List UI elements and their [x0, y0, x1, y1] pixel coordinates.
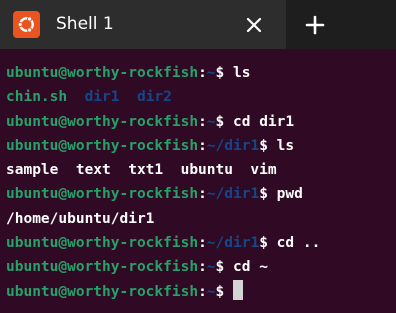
close-icon [246, 17, 262, 33]
prompt-user: ubuntu@worthy-rockfish [6, 113, 199, 130]
terminal-line: chin.sh dir1 dir2 [6, 85, 390, 109]
tab-title: Shell 1 [56, 14, 114, 34]
terminal-line: ubuntu@worthy-rockfish:~$ cd dir1 [6, 113, 295, 130]
terminal-line: ubuntu@worthy-rockfish:~/dir1$ pwd [6, 186, 303, 203]
command-text: cd .. [276, 235, 321, 252]
prompt-path: ~/dir1 [206, 137, 260, 154]
prompt-path: ~ [206, 259, 216, 276]
new-tab-button[interactable] [300, 10, 330, 40]
prompt-user: ubuntu@worthy-rockfish [6, 235, 199, 252]
prompt-user: ubuntu@worthy-rockfish [6, 186, 199, 203]
command-output: sample text txt1 ubuntu vim [6, 162, 277, 179]
tab-shell-1[interactable]: Shell 1 [0, 0, 286, 49]
terminal-line: sample text txt1 ubuntu vim [6, 158, 390, 182]
prompt-path: ~/dir1 [206, 235, 260, 252]
tab-bar: Shell 1 [0, 0, 396, 49]
prompt-path: ~ [206, 283, 216, 300]
prompt-path: ~ [206, 113, 216, 130]
command-text: ls [233, 65, 251, 81]
text-cursor [233, 279, 243, 300]
terminal-line: ubuntu@worthy-rockfish:~/dir1$ cd .. [6, 235, 321, 252]
plus-icon [305, 15, 325, 35]
prompt-user: ubuntu@worthy-rockfish [6, 259, 199, 276]
terminal-line: ubuntu@worthy-rockfish:~$ [6, 279, 390, 304]
close-tab-button[interactable] [240, 11, 268, 39]
prompt-user: ubuntu@worthy-rockfish [6, 65, 199, 81]
prompt-user: ubuntu@worthy-rockfish [6, 283, 199, 300]
prompt-user: ubuntu@worthy-rockfish [6, 137, 199, 154]
terminal-line: /home/ubuntu/dir1 [6, 207, 390, 231]
terminal-line: ubuntu@worthy-rockfish:~$ ls [6, 65, 251, 81]
terminal-line: ubuntu@worthy-rockfish:~$ cd ~ [6, 259, 268, 276]
terminal-line: ubuntu@worthy-rockfish:~/dir1$ ls [6, 137, 295, 154]
file-entry: chin.sh [6, 89, 68, 106]
ubuntu-icon [13, 11, 40, 38]
terminal-output[interactable]: ubuntu@worthy-rockfish:~$ ls chin.sh dir… [6, 61, 390, 304]
command-text: cd dir1 [233, 113, 295, 130]
dir-entry: dir1 [84, 89, 120, 106]
dir-entry: dir2 [136, 89, 172, 106]
command-text: pwd [276, 186, 303, 203]
command-text: cd ~ [233, 259, 268, 276]
command-text: ls [276, 137, 295, 154]
prompt-path: ~/dir1 [206, 186, 260, 203]
prompt-path: ~ [206, 65, 216, 81]
command-output: /home/ubuntu/dir1 [6, 210, 155, 227]
